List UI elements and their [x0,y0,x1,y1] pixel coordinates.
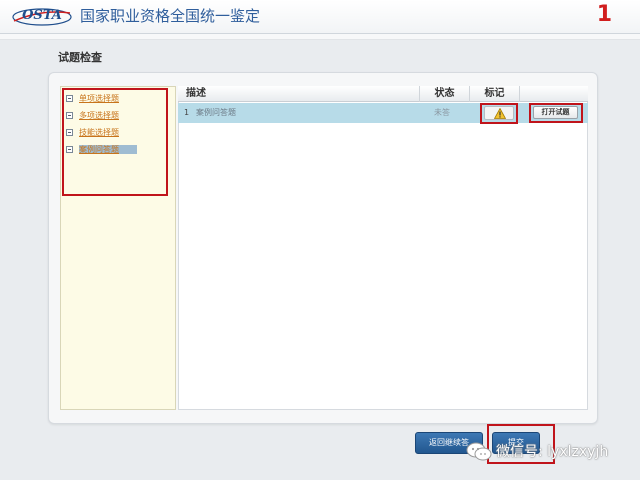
column-header-description: 描述 [178,86,420,102]
column-header-status: 状态 [420,86,470,102]
section-title: 试题检查 [58,51,102,64]
column-header-action [520,86,588,102]
tree-item-skill-choice[interactable]: 技能选择题 [66,126,119,139]
app-title: 国家职业资格全国统一鉴定 [80,7,261,25]
app-header: OSTA 国家职业资格全国统一鉴定 1 [0,0,640,34]
tree-item-label[interactable]: 单项选择题 [79,94,119,103]
open-question-button[interactable]: 打开试题 [533,106,578,119]
tree-item-label[interactable]: 多项选择题 [79,111,119,120]
row-status: 未答 [434,108,450,117]
row-description: 案例问答题 [196,108,236,117]
wechat-icon [466,442,492,461]
osta-logo: OSTA [12,5,72,27]
collapse-icon[interactable] [66,112,73,119]
warning-icon [494,108,506,119]
header-subline [0,34,640,40]
column-header-mark: 标记 [470,86,520,102]
tree-item-case-question[interactable]: 案例问答题 [66,143,137,156]
collapse-icon[interactable] [66,146,73,153]
question-table [178,86,588,410]
table-header: 描述 状态 标记 [178,86,588,102]
wechat-watermark: 微信号: lyxlzxyjh [466,440,634,464]
tree-item-multiple-choice[interactable]: 多项选择题 [66,109,119,122]
row-index: 1 [184,108,190,117]
logo-text: OSTA [22,8,62,23]
watermark-text: 微信号: lyxlzxyjh [496,444,609,460]
tree-item-label[interactable]: 技能选择题 [79,128,119,137]
tree-item-single-choice[interactable]: 单项选择题 [66,92,119,105]
mark-button[interactable] [484,106,514,120]
collapse-icon[interactable] [66,95,73,102]
collapse-icon[interactable] [66,129,73,136]
table-row[interactable]: 1 案例问答题 未答 [178,103,588,123]
page-number-annotation: 1 [596,2,612,27]
tree-item-label[interactable]: 案例问答题 [79,145,137,154]
